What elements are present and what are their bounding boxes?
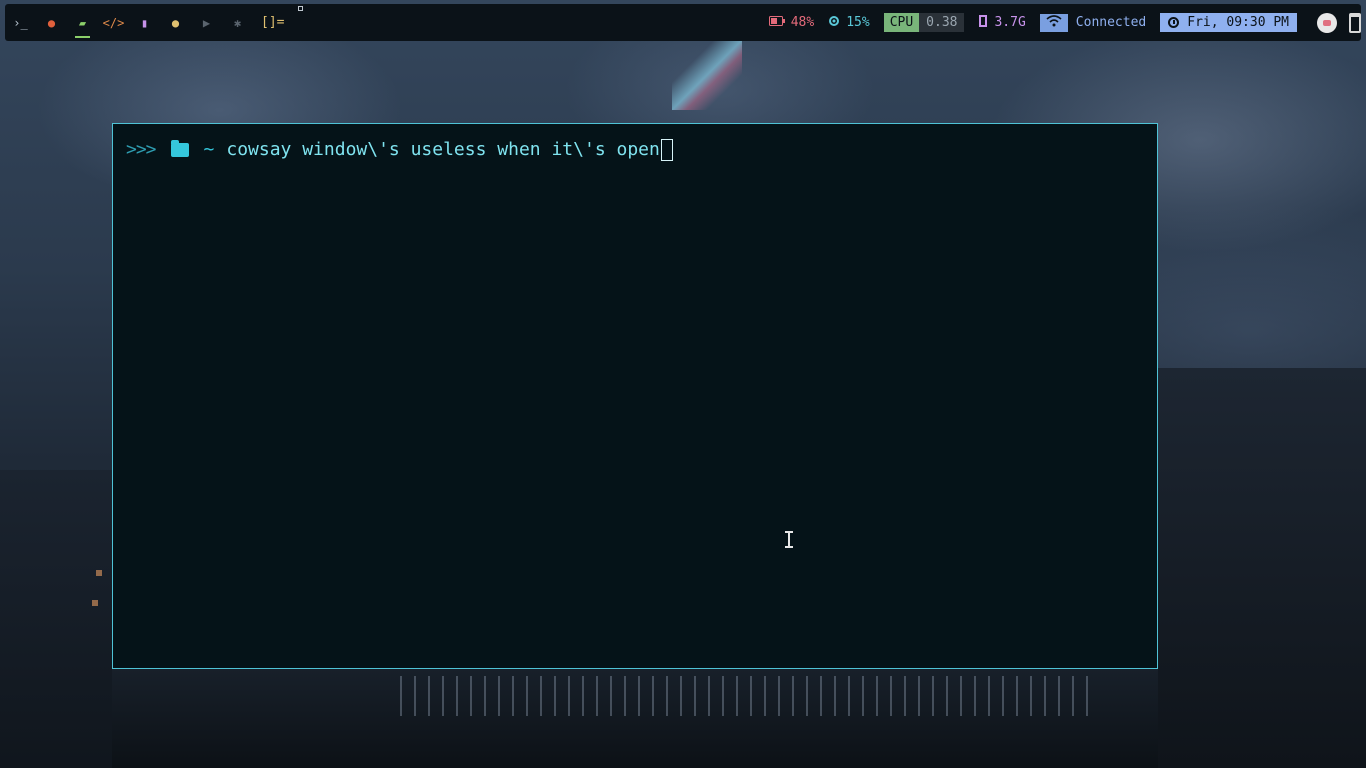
workspace-3[interactable]: ▰ — [67, 4, 98, 41]
wallpaper-light-streak — [672, 40, 742, 110]
wallpaper-building-right — [1158, 368, 1366, 768]
workspace-5[interactable]: ▮ — [129, 4, 160, 41]
clock-module[interactable]: Fri, 09:30 PM — [1160, 13, 1297, 32]
user-avatar[interactable] — [1317, 12, 1337, 33]
memory-value: 3.7G — [994, 15, 1026, 30]
workspace-1[interactable]: ›_ — [5, 4, 36, 41]
cpu-load-value: 0.38 — [919, 13, 965, 32]
youtube-icon: ▶ — [202, 15, 211, 30]
memory-icon — [978, 14, 988, 31]
battery-value: 48% — [790, 15, 815, 30]
text-cursor — [660, 139, 673, 161]
network-module: Connected — [1039, 13, 1147, 32]
folder-icon — [170, 140, 189, 157]
wifi-icon — [1039, 13, 1068, 32]
avatar-glyph — [1323, 19, 1331, 26]
workspace-8[interactable]: ✱ — [222, 4, 253, 41]
wallpaper-window-light — [96, 570, 102, 576]
wallpaper-building-left — [0, 470, 112, 768]
firefox-icon: ● — [47, 15, 56, 30]
clock-icon — [1168, 17, 1180, 28]
memory-module: 3.7G — [978, 14, 1026, 31]
prompt-line: >>> ~ cowsay window\'s useless when it\'… — [126, 138, 673, 162]
folder-icon: ▰ — [78, 15, 87, 30]
terminal-window[interactable]: >>> ~ cowsay window\'s useless when it\'… — [112, 123, 1158, 669]
cpu-temp-module: 15% — [828, 15, 870, 31]
network-status: Connected — [1075, 15, 1147, 30]
status-modules: 48% 15% CPU 0.38 3.7G Connected Fri, 09:… — [768, 4, 1361, 41]
mouse-ibeam-cursor — [784, 531, 794, 548]
workspace-7[interactable]: ▶ — [191, 4, 222, 41]
clock-text: Fri, 09:30 PM — [1187, 15, 1289, 30]
wallpaper-window-light — [92, 600, 98, 606]
chat-icon: ● — [171, 15, 180, 30]
battery-module: 48% — [768, 15, 815, 30]
workspace-list: ›_ ● ▰ </> ▮ ● ▶ ✱ — [5, 4, 253, 41]
gear-icon: ✱ — [233, 15, 242, 30]
prompt-arrows: >>> — [126, 139, 156, 160]
workspace-indicator — [298, 6, 303, 11]
workspace-4[interactable]: </> — [98, 4, 129, 41]
prompt-cwd: ~ — [203, 139, 215, 160]
book-icon: ▮ — [140, 15, 149, 30]
power-icon[interactable] — [1349, 12, 1361, 33]
cpu-temp-icon — [828, 15, 840, 31]
workspace-6[interactable]: ● — [160, 4, 191, 41]
cpu-module: CPU 0.38 — [883, 13, 965, 32]
command-input[interactable]: cowsay window\'s useless when it\'s open — [226, 138, 659, 162]
battery-icon — [768, 15, 785, 30]
terminal-icon: ›_ — [13, 15, 28, 30]
workspace-2[interactable]: ● — [36, 4, 67, 41]
status-bar: ›_ ● ▰ </> ▮ ● ▶ ✱ []= 48% 15% CPU 0.38 3.7G — [5, 4, 1361, 41]
code-icon: </> — [102, 15, 125, 30]
cpu-label: CPU — [883, 13, 920, 32]
cpu-temp-value: 15% — [846, 15, 870, 30]
wallpaper-railing — [400, 676, 1100, 716]
layout-indicator[interactable]: []= — [261, 15, 284, 30]
